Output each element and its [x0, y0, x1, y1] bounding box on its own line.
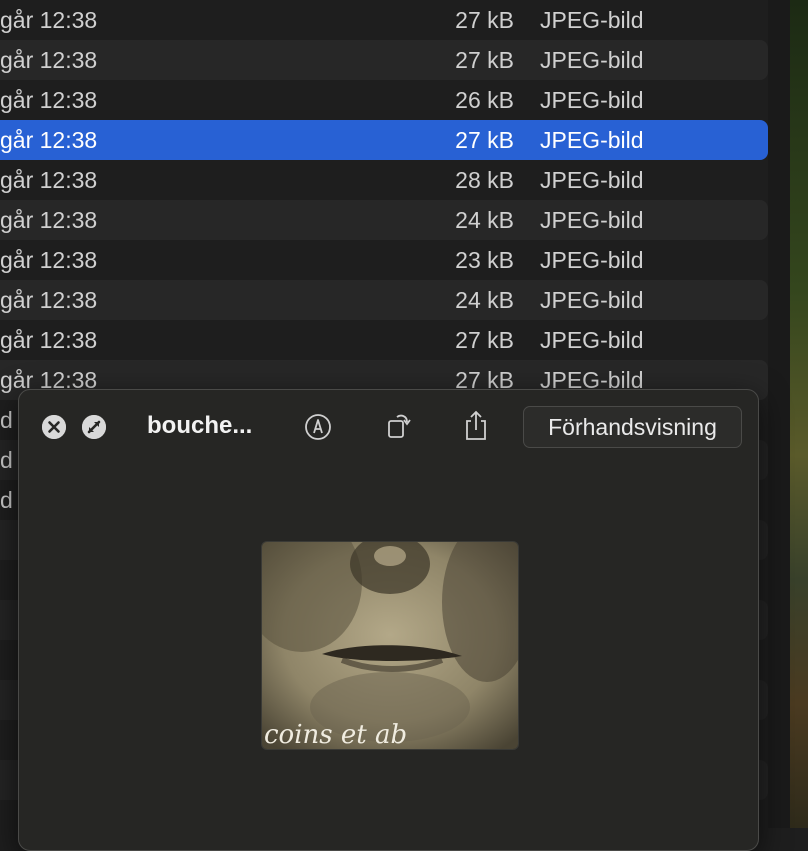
file-size: 27 kB [455, 127, 514, 153]
markup-icon[interactable] [303, 412, 333, 442]
file-size: 27 kB [455, 327, 514, 353]
file-size: 24 kB [455, 207, 514, 233]
file-kind: JPEG-bild [540, 127, 644, 153]
date-modified: går 12:38 [0, 127, 98, 153]
date-modified: går 12:38 [0, 87, 98, 113]
file-name-fragment: d [0, 487, 13, 513]
date-modified: går 12:38 [0, 247, 98, 273]
file-name-fragment: d [0, 407, 13, 433]
file-kind: JPEG-bild [540, 247, 644, 273]
file-kind: JPEG-bild [540, 207, 644, 233]
date-modified: går 12:38 [0, 327, 98, 353]
file-size: 28 kB [455, 167, 514, 193]
file-kind: JPEG-bild [540, 47, 644, 73]
date-modified: går 12:38 [0, 287, 98, 313]
file-row[interactable]: går 12:38 27 kB JPEG-bild [0, 0, 768, 40]
file-row[interactable]: går 12:38 27 kB JPEG-bild [0, 40, 768, 80]
file-kind: JPEG-bild [540, 7, 644, 33]
file-row[interactable]: går 12:38 24 kB JPEG-bild [0, 200, 768, 240]
file-row[interactable]: går 12:38 28 kB JPEG-bild [0, 160, 768, 200]
fullscreen-icon[interactable] [82, 415, 106, 439]
preview-caption: coins et ab [264, 720, 407, 749]
window-edge [768, 0, 790, 828]
file-row-selected[interactable]: går 12:38 27 kB JPEG-bild [0, 120, 768, 160]
file-size: 24 kB [455, 287, 514, 313]
share-icon[interactable] [461, 408, 491, 442]
close-icon[interactable] [42, 415, 66, 439]
image-preview: coins et ab [261, 541, 519, 750]
date-modified: går 12:38 [0, 167, 98, 193]
file-size: 26 kB [455, 87, 514, 113]
file-title: bouche... [147, 412, 253, 439]
date-modified: går 12:38 [0, 207, 98, 233]
date-modified: går 12:38 [0, 47, 98, 73]
date-modified: går 12:38 [0, 7, 98, 33]
quick-look-panel: bouche... Förhandsvisning coins et ab [18, 389, 759, 851]
file-row[interactable]: går 12:38 27 kB JPEG-bild [0, 320, 768, 360]
file-kind: JPEG-bild [540, 287, 644, 313]
file-kind: JPEG-bild [540, 167, 644, 193]
file-row[interactable]: går 12:38 24 kB JPEG-bild [0, 280, 768, 320]
desktop-wallpaper [790, 0, 808, 828]
file-kind: JPEG-bild [540, 327, 644, 353]
file-row[interactable]: går 12:38 23 kB JPEG-bild [0, 240, 768, 280]
rotate-icon[interactable] [384, 410, 414, 442]
file-row[interactable]: går 12:38 26 kB JPEG-bild [0, 80, 768, 120]
file-size: 27 kB [455, 47, 514, 73]
file-kind: JPEG-bild [540, 87, 644, 113]
file-name-fragment: d [0, 447, 13, 473]
open-with-preview-button[interactable]: Förhandsvisning [523, 406, 742, 448]
file-size: 23 kB [455, 247, 514, 273]
file-size: 27 kB [455, 7, 514, 33]
